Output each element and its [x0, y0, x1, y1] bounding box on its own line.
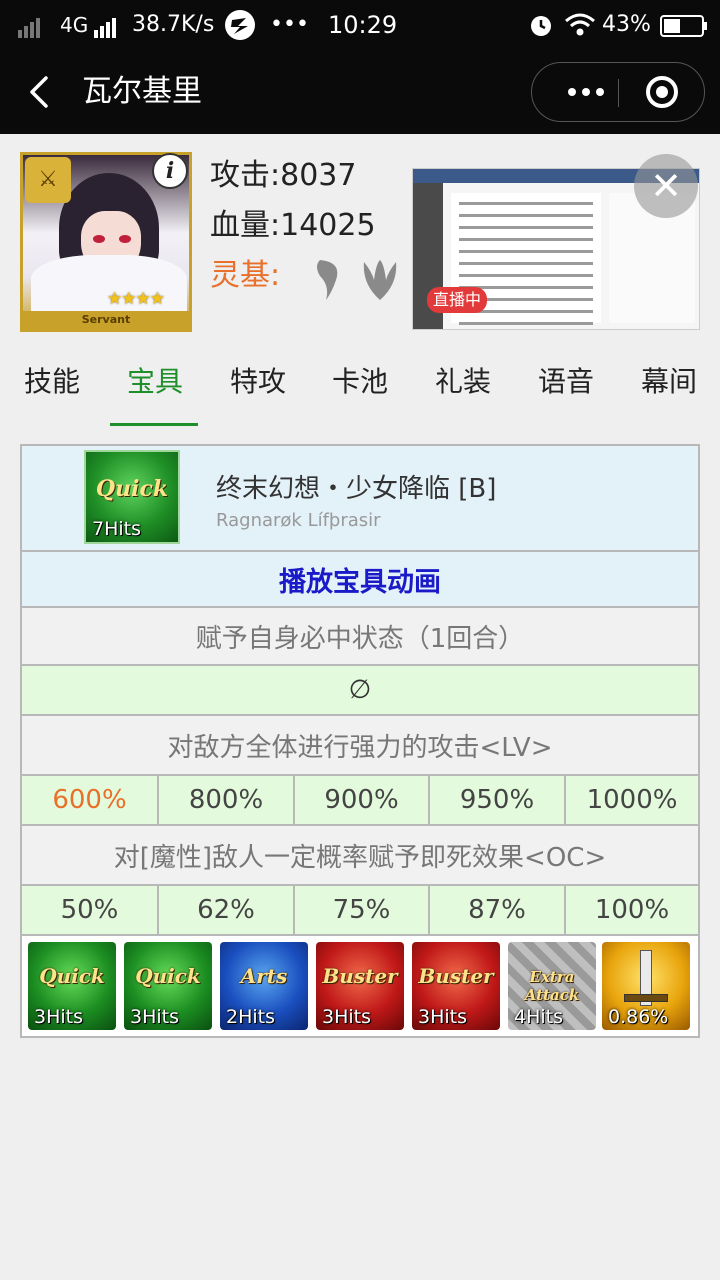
hp-stat: 血量:14025: [210, 206, 376, 246]
signal-icon: [18, 12, 42, 38]
effect-3-oc-3: 75%: [293, 886, 428, 934]
np-quick-card-icon: Quick 7Hits: [84, 450, 180, 544]
attack-label: 攻击:: [210, 158, 281, 193]
chevron-left-icon: [30, 76, 48, 108]
effect-1-value: ∅: [348, 675, 372, 705]
hp-label: 血量:: [210, 208, 281, 243]
effect-2-level-2: 800%: [157, 776, 293, 824]
effect-2-level-1: 600%: [52, 785, 127, 815]
battery-percent: 43%: [602, 12, 651, 37]
effect-1-values-row: ∅: [22, 664, 698, 714]
live-badge: 直播中: [427, 287, 488, 313]
ascension-stage-2-icon[interactable]: [360, 258, 397, 302]
quick-card-1: Quick 3Hits: [28, 942, 116, 1030]
tab-noble-phantasm[interactable]: 宝具: [127, 360, 183, 404]
tab-special-attack[interactable]: 特攻: [230, 360, 286, 404]
effect-1-row: 赋予自身必中状态（1回合）: [22, 606, 698, 664]
np-card-type: Quick: [95, 476, 169, 502]
capsule-divider: [618, 79, 619, 107]
battery-icon: [660, 15, 708, 37]
np-charge-card: 0.86%: [602, 942, 690, 1030]
class-lancer-icon: ⚔: [25, 157, 71, 203]
tab-card-pool[interactable]: 卡池: [332, 360, 388, 404]
tab-voice[interactable]: 语音: [538, 360, 594, 404]
np-romanized-name: Ragnarøk Lífþrasir: [216, 510, 381, 531]
servant-card-label: Servant: [23, 311, 189, 329]
effect-3-text: 对[魔性]敌人一定概率赋予即死效果<OC>: [113, 842, 607, 873]
np-card-hits: 7Hits: [92, 518, 142, 540]
play-animation-row: 播放宝具动画: [22, 550, 698, 606]
more-notifications: •••: [270, 12, 309, 37]
buster-card-2: Buster 3Hits: [412, 942, 500, 1030]
clock: 10:29: [328, 11, 398, 39]
tab-skills[interactable]: 技能: [24, 360, 80, 404]
quick-card-2: Quick 3Hits: [124, 942, 212, 1030]
command-cards-row: Quick 3Hits Quick 3Hits Arts 2Hits Buste…: [22, 934, 698, 1036]
network-type: 4G: [60, 13, 89, 37]
buster-card-1: Buster 3Hits: [316, 942, 404, 1030]
tab-craft-essence[interactable]: 礼装: [435, 360, 491, 404]
attack-value: 8037: [280, 158, 357, 193]
effect-2-level-4: 950%: [428, 776, 564, 824]
effect-3-oc-1: 50%: [60, 895, 119, 925]
effect-2-values-row: 600% 800% 900% 950% 1000%: [22, 774, 698, 824]
play-animation-button[interactable]: 播放宝具动画: [22, 552, 698, 606]
close-miniprogram-button[interactable]: [646, 76, 678, 108]
nav-bar: 瓦尔基里: [0, 50, 720, 134]
miniprogram-capsule: [531, 62, 705, 122]
noble-phantasm-table: Quick 7Hits 终末幻想・少女降临 [B] Ragnarøk Lífþr…: [20, 444, 700, 1038]
wifi-icon: [564, 12, 596, 38]
ascension-stage-1-icon[interactable]: [312, 258, 346, 302]
active-tab-indicator: [110, 423, 198, 426]
app-notification-icon: [222, 9, 258, 41]
alarm-icon: [528, 12, 554, 38]
np-header-row: Quick 7Hits 终末幻想・少女降临 [B] Ragnarøk Lífþr…: [22, 446, 698, 550]
effect-2-text: 对敌方全体进行强力的攻击<LV>: [167, 732, 553, 763]
effect-1-text: 赋予自身必中状态（1回合）: [195, 623, 525, 654]
extra-attack-card: Extra Attack 4Hits: [508, 942, 596, 1030]
effect-2-level-3: 900%: [293, 776, 428, 824]
np-name: 终末幻想・少女降临 [B]: [216, 474, 497, 504]
close-icon[interactable]: ✕: [634, 154, 698, 218]
effect-3-oc-2: 62%: [157, 886, 293, 934]
rarity-stars: ★★★★: [107, 289, 165, 309]
effect-3-row: 对[魔性]敌人一定概率赋予即死效果<OC>: [22, 824, 698, 884]
lingji-label: 灵基:: [210, 258, 281, 293]
hp-value: 14025: [280, 208, 376, 243]
more-menu-button[interactable]: [554, 63, 618, 121]
status-bar: 4G 38.7K/s ••• 10:29 43%: [0, 0, 720, 50]
effect-2-level-5: 1000%: [564, 776, 698, 824]
arts-card: Arts 2Hits: [220, 942, 308, 1030]
tab-interlude[interactable]: 幕间: [641, 360, 697, 404]
effect-3-oc-5: 100%: [564, 886, 698, 934]
effect-2-row: 对敌方全体进行强力的攻击<LV>: [22, 714, 698, 774]
signal-icon-2: [94, 12, 118, 38]
page-title: 瓦尔基里: [82, 74, 202, 109]
info-icon[interactable]: i: [152, 153, 188, 189]
back-button[interactable]: [22, 72, 58, 112]
attack-stat: 攻击:8037: [210, 156, 356, 196]
effect-3-oc-4: 87%: [428, 886, 564, 934]
network-speed: 38.7K/s: [132, 12, 215, 37]
effect-3-values-row: 50% 62% 75% 87% 100%: [22, 884, 698, 934]
